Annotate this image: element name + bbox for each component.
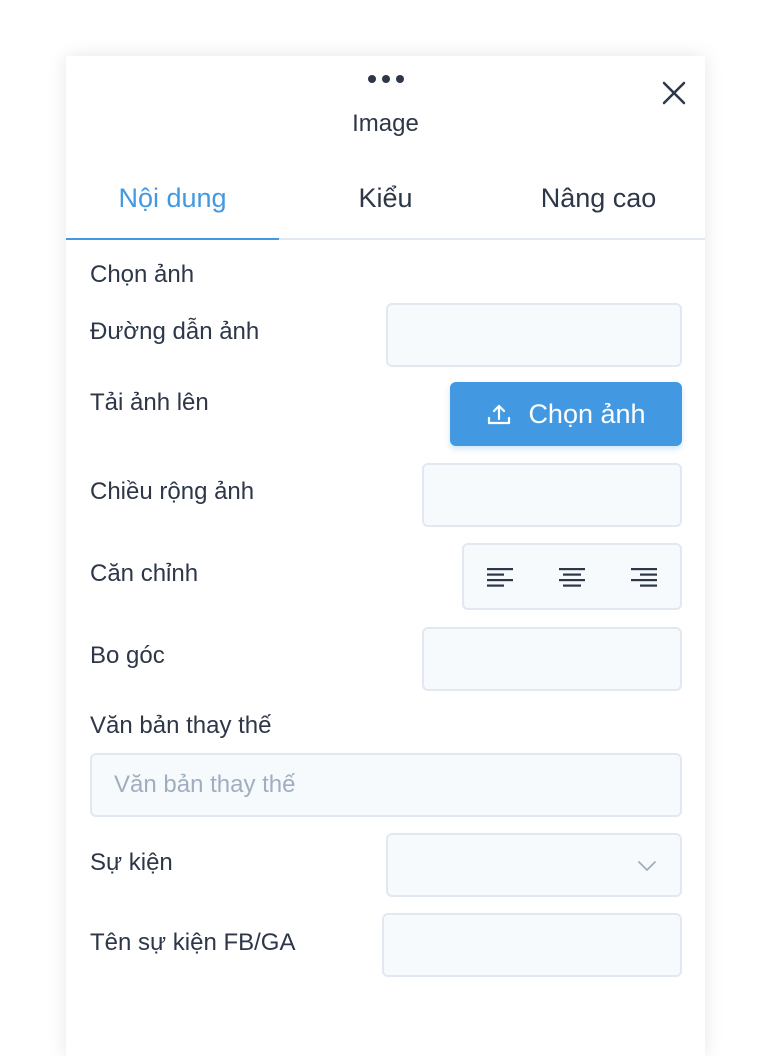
align-right-icon (631, 567, 657, 587)
fbga-event-label: Tên sự kiện FB/GA (90, 929, 296, 956)
close-icon (662, 81, 686, 105)
align-label: Căn chỉnh (90, 560, 199, 587)
fbga-event-input[interactable] (382, 913, 682, 977)
drag-handle-icon[interactable] (368, 72, 404, 86)
event-select[interactable] (386, 833, 682, 897)
event-label: Sự kiện (90, 849, 173, 876)
align-right-button[interactable] (624, 557, 664, 597)
align-center-icon (559, 567, 585, 587)
panel-title: Image (352, 110, 419, 137)
radius-label: Bo góc (90, 642, 165, 669)
close-button[interactable] (659, 78, 689, 108)
section-title: Chọn ảnh (90, 261, 195, 288)
choose-image-button[interactable]: Chọn ảnh (450, 382, 682, 446)
image-url-label: Đường dẫn ảnh (90, 318, 260, 345)
upload-label: Tải ảnh lên (90, 389, 209, 416)
chevron-down-icon (638, 861, 656, 871)
radius-input[interactable] (422, 627, 682, 691)
upload-icon (488, 404, 511, 425)
image-settings-panel: Image Nội dung Kiểu Nâng cao Chọn ảnh Đư… (66, 56, 705, 1056)
choose-image-label: Chọn ảnh (528, 398, 646, 429)
align-left-icon (487, 567, 513, 587)
tab-content[interactable]: Nội dung (66, 168, 279, 240)
alt-text-input[interactable] (90, 753, 682, 817)
tab-advanced[interactable]: Nâng cao (492, 168, 705, 238)
align-button-group (462, 543, 682, 610)
width-input[interactable] (422, 463, 682, 527)
align-left-button[interactable] (480, 557, 520, 597)
tab-bar: Nội dung Kiểu Nâng cao (66, 168, 705, 240)
align-center-button[interactable] (552, 557, 592, 597)
tab-style[interactable]: Kiểu (279, 168, 492, 238)
image-url-input[interactable] (386, 303, 682, 367)
alt-text-label: Văn bản thay thế (90, 712, 272, 739)
width-label: Chiều rộng ảnh (90, 478, 255, 505)
